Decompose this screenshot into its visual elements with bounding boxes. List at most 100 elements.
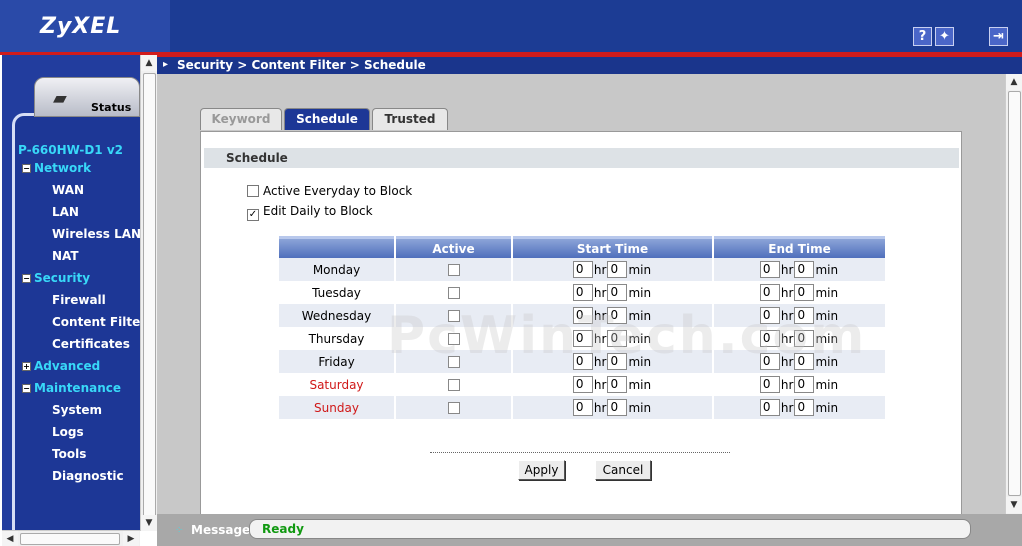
end-time-cell: 0 hr 0 min [714, 350, 885, 373]
scroll-thumb[interactable] [143, 73, 156, 518]
end-time-column-header: End Time [714, 236, 885, 258]
scroll-thumb[interactable] [20, 533, 120, 545]
end-hour-input[interactable]: 0 [759, 284, 780, 301]
schedule-table: Active Start Time End Time Monday 0 hr 0 min… [277, 236, 887, 419]
active-checkbox[interactable] [447, 333, 460, 345]
sidebar-item-tools[interactable]: Tools [52, 447, 86, 461]
active-checkbox[interactable] [447, 287, 460, 299]
scroll-down-icon[interactable]: ▼ [141, 515, 157, 531]
sidebar-horizontal-scrollbar[interactable]: ◀ ▶ [2, 530, 140, 546]
sidebar-item-wireless-lan[interactable]: Wireless LAN [52, 227, 140, 241]
end-minute-input[interactable]: 0 [794, 399, 815, 416]
table-row: Thursday 0 hr 0 min 0 hr 0 min [279, 327, 885, 350]
tab-keyword[interactable]: Keyword [200, 108, 282, 130]
wizard-icon[interactable]: ✦ [935, 27, 954, 46]
start-hour-input[interactable]: 0 [572, 330, 593, 347]
option-daily[interactable]: ✓ Edit Daily to Block [247, 204, 373, 221]
nav-group-maintenance[interactable]: − Maintenance [22, 381, 121, 395]
end-hour-input[interactable]: 0 [759, 307, 780, 324]
nav-group-advanced[interactable]: + Advanced [22, 359, 100, 373]
sidebar-item-lan[interactable]: LAN [52, 205, 79, 219]
start-hour-input[interactable]: 0 [572, 284, 593, 301]
end-hour-input[interactable]: 0 [759, 261, 780, 278]
collapse-icon[interactable]: − [22, 164, 31, 173]
schedule-panel: Schedule Active Everyday to Block ✓ Edit … [200, 131, 962, 517]
active-checkbox[interactable] [447, 356, 460, 368]
breadcrumb: Security > Content Filter > Schedule [177, 58, 426, 72]
end-minute-input[interactable]: 0 [794, 307, 815, 324]
nav-group-security[interactable]: − Security [22, 271, 90, 285]
start-hour-input[interactable]: 0 [572, 307, 593, 324]
active-checkbox[interactable] [447, 379, 460, 391]
sidebar-vertical-scrollbar[interactable]: ▲ ▼ [140, 55, 157, 531]
cancel-button[interactable]: Cancel [595, 460, 651, 480]
end-minute-input[interactable]: 0 [794, 284, 815, 301]
sidebar-item-nat[interactable]: NAT [52, 249, 79, 263]
option-everyday[interactable]: Active Everyday to Block [247, 184, 412, 198]
tab-schedule[interactable]: Schedule [284, 108, 370, 130]
collapse-icon[interactable]: − [22, 384, 31, 393]
end-minute-input[interactable]: 0 [794, 376, 815, 393]
start-hour-input[interactable]: 0 [572, 353, 593, 370]
scroll-thumb[interactable] [1008, 91, 1021, 496]
scroll-left-icon[interactable]: ◀ [2, 531, 18, 546]
start-minute-input[interactable]: 0 [607, 376, 628, 393]
active-checkbox[interactable] [447, 264, 460, 276]
end-hour-input[interactable]: 0 [759, 376, 780, 393]
help-icon[interactable]: ? [913, 27, 932, 46]
day-label: Tuesday [312, 285, 361, 300]
sidebar-item-content-filter[interactable]: Content Filter [52, 315, 140, 329]
end-hour-input[interactable]: 0 [759, 399, 780, 416]
scroll-right-icon[interactable]: ▶ [123, 531, 139, 546]
logout-icon[interactable]: ⇥ [989, 27, 1008, 46]
start-minute-input[interactable]: 0 [607, 284, 628, 301]
start-hour-input[interactable]: 0 [572, 399, 593, 416]
main-vertical-scrollbar[interactable]: ▲ ▼ [1005, 74, 1022, 514]
start-minute-input[interactable]: 0 [607, 261, 628, 278]
end-time-cell: 0 hr 0 min [714, 258, 885, 281]
minute-unit: min [815, 377, 839, 392]
sidebar-item-logs[interactable]: Logs [52, 425, 84, 439]
end-hour-input[interactable]: 0 [759, 353, 780, 370]
sidebar-item-firewall[interactable]: Firewall [52, 293, 106, 307]
end-minute-input[interactable]: 0 [794, 261, 815, 278]
everyday-checkbox[interactable] [247, 185, 259, 197]
end-minute-input[interactable]: 0 [794, 330, 815, 347]
active-cell [396, 350, 511, 373]
minute-unit: min [628, 377, 652, 392]
minute-unit: min [815, 262, 839, 277]
scroll-up-icon[interactable]: ▲ [1006, 74, 1022, 90]
sidebar-item-certificates[interactable]: Certificates [52, 337, 130, 351]
tab-trusted[interactable]: Trusted [372, 108, 448, 130]
apply-button[interactable]: Apply [518, 460, 565, 480]
sidebar-item-diagnostic[interactable]: Diagnostic [52, 469, 124, 483]
daily-checkbox[interactable]: ✓ [247, 209, 259, 221]
nav-group-label: Maintenance [34, 381, 122, 395]
start-minute-input[interactable]: 0 [607, 399, 628, 416]
start-hour-input[interactable]: 0 [572, 261, 593, 278]
start-minute-input[interactable]: 0 [607, 353, 628, 370]
start-minute-input[interactable]: 0 [607, 307, 628, 324]
collapse-icon[interactable]: − [22, 274, 31, 283]
status-tab[interactable]: ▰ Status [34, 77, 140, 117]
start-time-cell: 0 hr 0 min [513, 258, 712, 281]
active-checkbox[interactable] [447, 402, 460, 414]
table-row: Friday 0 hr 0 min 0 hr 0 min [279, 350, 885, 373]
start-minute-input[interactable]: 0 [607, 330, 628, 347]
expand-icon[interactable]: + [22, 362, 31, 371]
nav-group-network[interactable]: − Network [22, 161, 91, 175]
end-minute-input[interactable]: 0 [794, 353, 815, 370]
minute-unit: min [815, 308, 839, 323]
scroll-down-icon[interactable]: ▼ [1006, 497, 1022, 513]
hour-unit: hr [780, 308, 794, 323]
start-hour-input[interactable]: 0 [572, 376, 593, 393]
scroll-up-icon[interactable]: ▲ [141, 55, 157, 71]
end-hour-input[interactable]: 0 [759, 330, 780, 347]
sidebar-item-system[interactable]: System [52, 403, 102, 417]
start-time-cell: 0 hr 0 min [513, 327, 712, 350]
active-cell [396, 304, 511, 327]
sidebar-item-wan[interactable]: WAN [52, 183, 84, 197]
start-time-cell: 0 hr 0 min [513, 396, 712, 419]
active-checkbox[interactable] [447, 310, 460, 322]
message-status: Ready [249, 519, 971, 539]
